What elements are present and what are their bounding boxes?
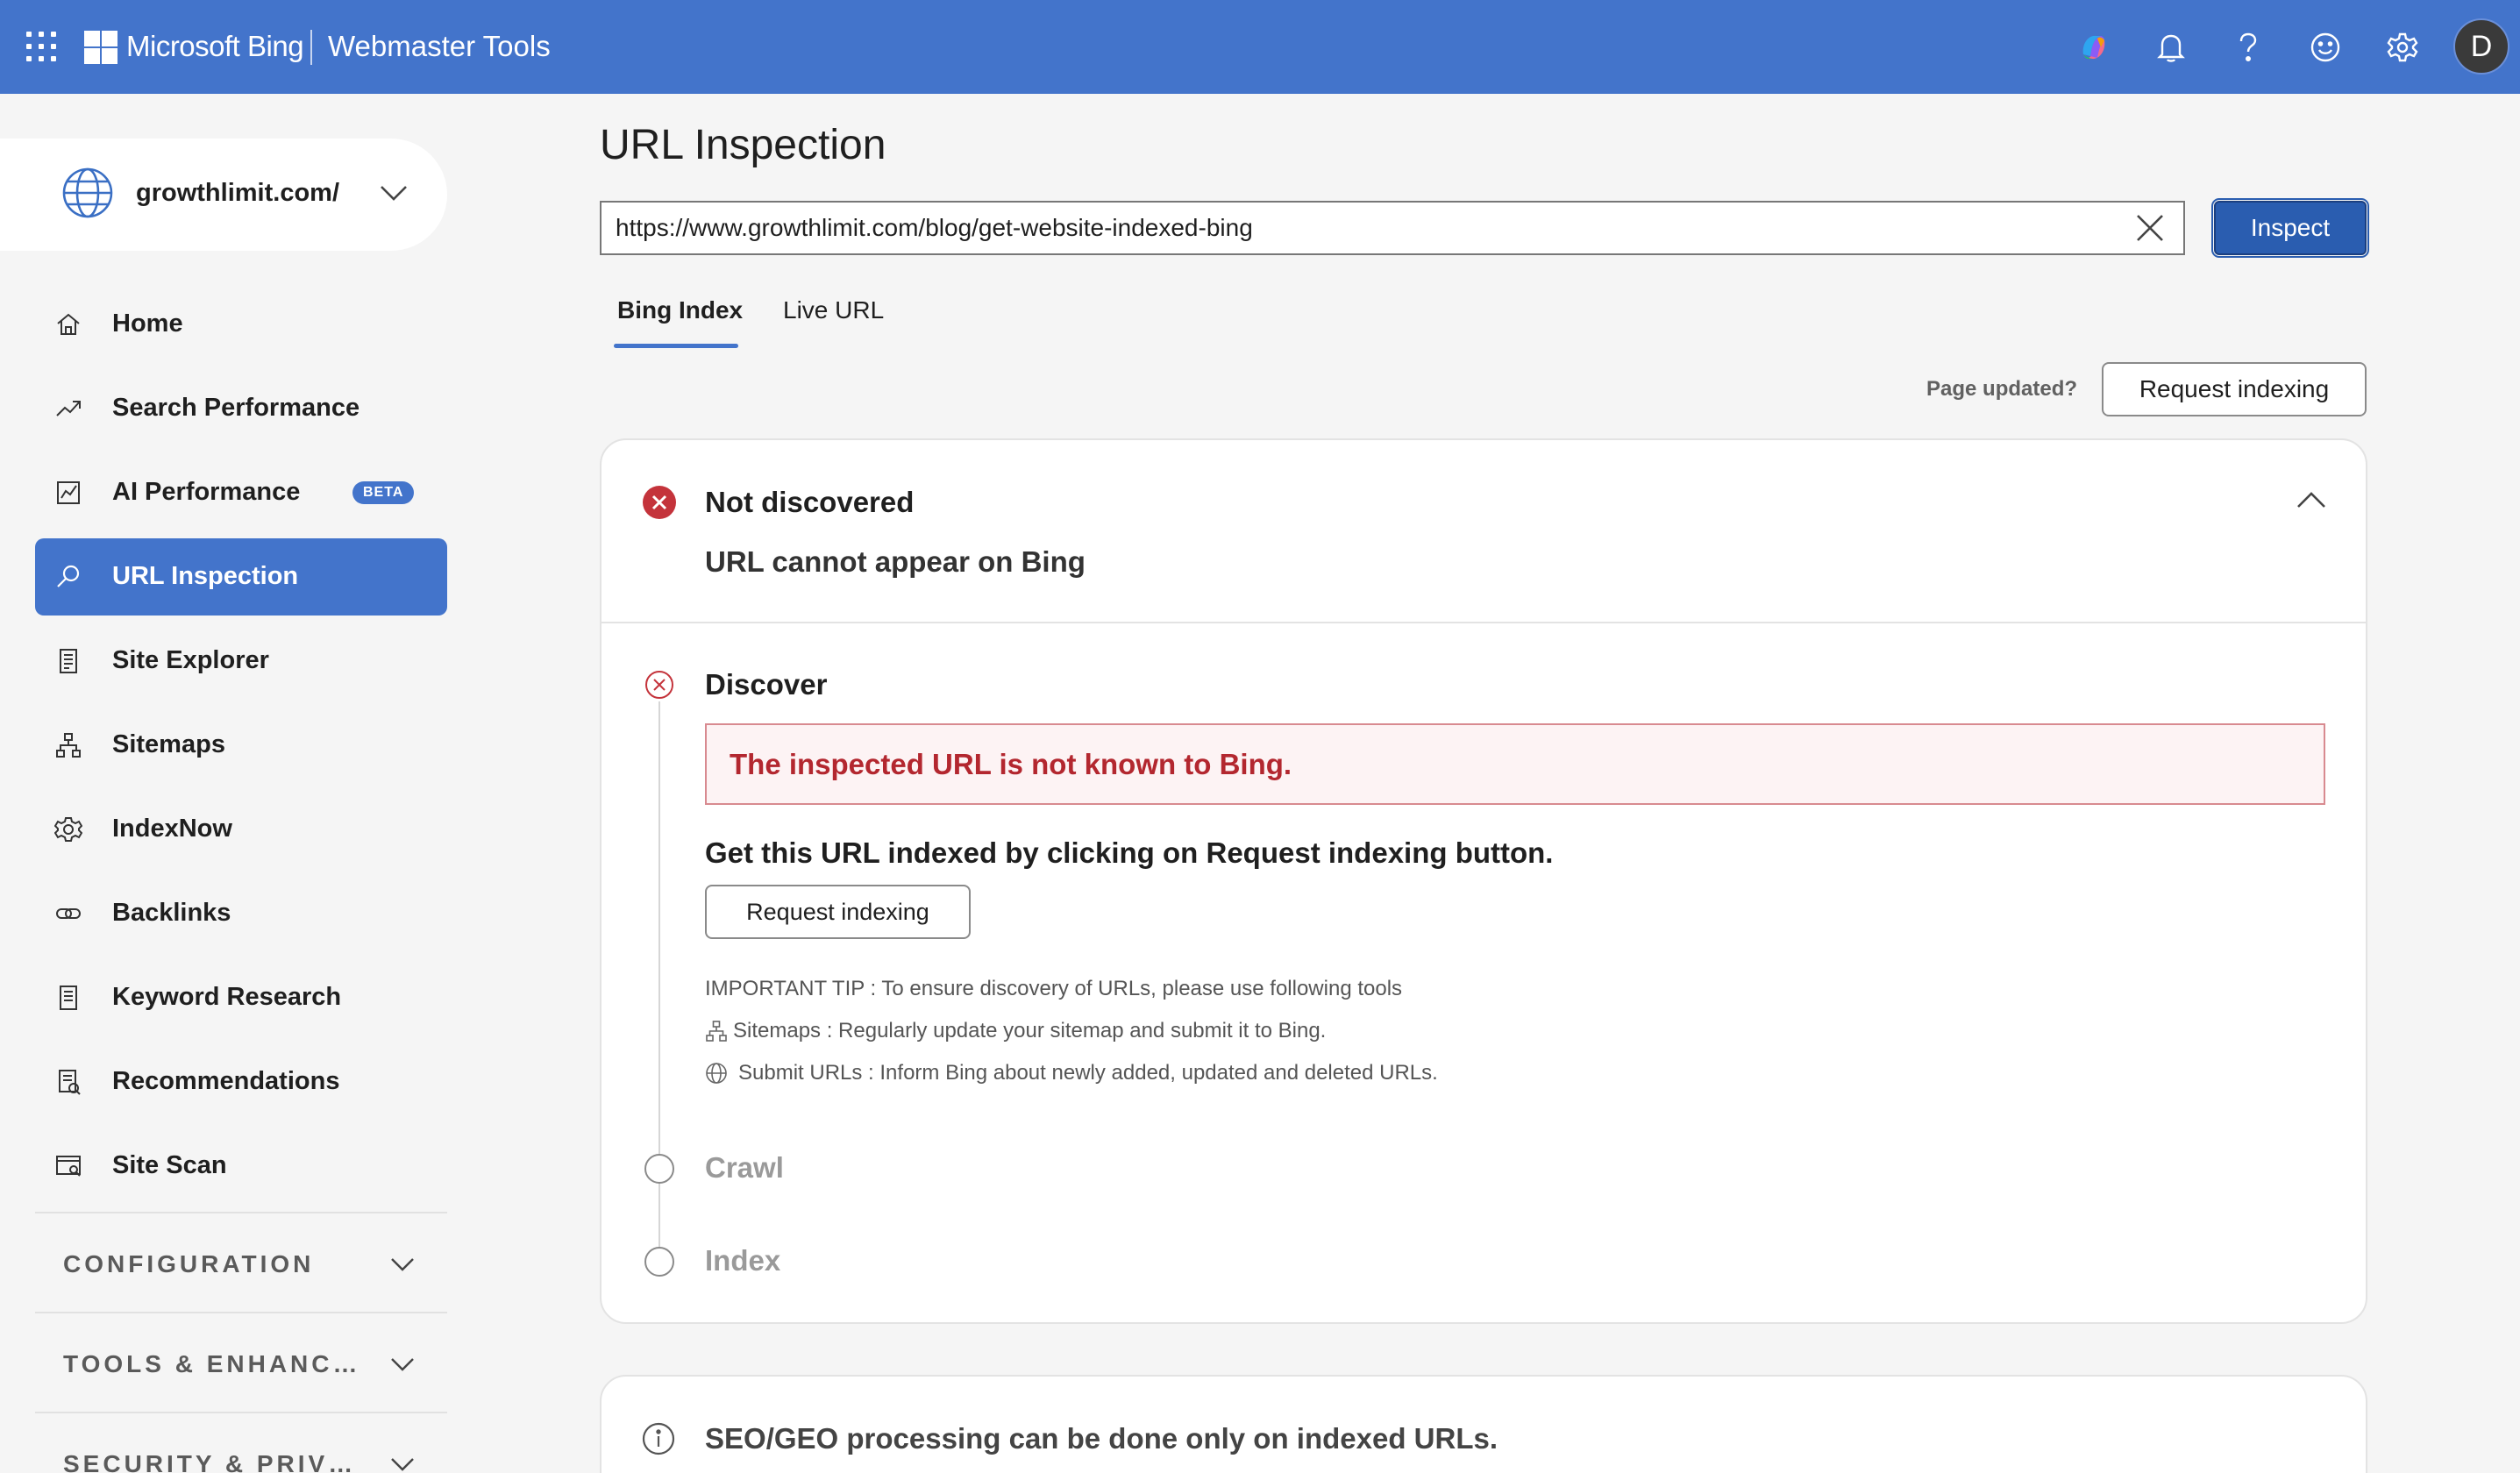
- microsoft-logo: [84, 31, 117, 64]
- sidebar-item-label: URL Inspection: [112, 562, 299, 590]
- chevron-up-icon[interactable]: [2296, 489, 2327, 510]
- beta-badge: BETA: [352, 481, 415, 504]
- sidebar-item-sitemaps[interactable]: Sitemaps: [35, 707, 447, 784]
- sitemap-icon: [706, 1021, 727, 1042]
- cog-icon: [54, 817, 82, 842]
- get-indexed-instruction: Get this URL indexed by clicking on Requ…: [705, 836, 1554, 869]
- error-message-box: The inspected URL is not known to Bing.: [705, 723, 2325, 805]
- home-icon: [57, 313, 80, 335]
- globe-icon: [706, 1063, 727, 1084]
- page-title: URL Inspection: [600, 122, 886, 168]
- step-discover: Discover: [705, 668, 828, 701]
- link-icon: [56, 908, 81, 919]
- error-icon: [643, 486, 676, 519]
- product-name[interactable]: Webmaster Tools: [328, 30, 551, 63]
- sidebar-divider: [35, 1312, 447, 1313]
- tip-submit-urls: Submit URLs : Inform Bing about newly ad…: [738, 1061, 1438, 1085]
- sidebar-item-label: Sitemaps: [112, 730, 225, 758]
- inspect-button[interactable]: Inspect: [2211, 198, 2369, 258]
- sidebar-item-label: Site Explorer: [112, 646, 269, 674]
- sidebar-item-ai-performance[interactable]: AI Performance BETA: [35, 454, 447, 531]
- sidebar-item-label: IndexNow: [112, 815, 232, 843]
- step-index: Index: [705, 1244, 781, 1277]
- brand-divider: [310, 30, 312, 65]
- bell-icon[interactable]: [2150, 26, 2192, 68]
- request-indexing-button[interactable]: Request indexing: [2102, 362, 2367, 416]
- request-indexing-inline-button[interactable]: Request indexing: [705, 885, 971, 939]
- sidebar-item-site-scan[interactable]: Site Scan: [35, 1128, 447, 1205]
- section-label: CONFIGURATION: [63, 1250, 315, 1277]
- gear-icon[interactable]: [2381, 26, 2424, 68]
- section-label: TOOLS & ENHANC…: [63, 1350, 361, 1377]
- sidebar-item-site-explorer[interactable]: Site Explorer: [35, 623, 447, 700]
- sidebar-divider: [35, 1412, 447, 1413]
- search-icon: [57, 565, 80, 587]
- sidebar-item-label: Site Scan: [112, 1151, 227, 1179]
- brand-name[interactable]: Microsoft Bing: [126, 30, 304, 63]
- globe-icon: [62, 167, 113, 218]
- status-subtitle: URL cannot appear on Bing: [705, 545, 1086, 578]
- sidebar-item-recommendations[interactable]: Recommendations: [35, 1043, 447, 1121]
- sidebar-item-label: Backlinks: [112, 899, 231, 927]
- sidebar-item-backlinks[interactable]: Backlinks: [35, 875, 447, 952]
- section-configuration[interactable]: CONFIGURATION: [35, 1229, 447, 1299]
- sidebar-divider: [35, 1212, 447, 1213]
- scan-icon: [56, 1156, 81, 1177]
- copilot-icon[interactable]: [2073, 26, 2115, 68]
- sidebar-item-label: AI Performance: [112, 478, 301, 506]
- chart-icon: [57, 481, 80, 504]
- site-name[interactable]: growthlimit.com/: [136, 179, 339, 208]
- page-updated-label: Page updated?: [1926, 377, 2078, 401]
- document-icon: [60, 649, 77, 673]
- sidebar-item-label: Keyword Research: [112, 983, 342, 1011]
- error-circle-icon: [645, 671, 673, 699]
- tab-live-url[interactable]: Live URL: [783, 296, 884, 324]
- chevron-down-icon: [391, 1358, 414, 1371]
- card-divider: [600, 622, 2367, 623]
- trend-icon: [56, 401, 81, 416]
- sidebar-item-indexnow[interactable]: IndexNow: [35, 791, 447, 868]
- status-title: Not discovered: [705, 486, 915, 518]
- error-message: The inspected URL is not known to Bing.: [730, 748, 1292, 780]
- seo-info-text: SEO/GEO processing can be done only on i…: [705, 1422, 1498, 1455]
- sidebar-item-search-performance[interactable]: Search Performance: [35, 370, 447, 447]
- url-input[interactable]: [600, 201, 2185, 255]
- sitemap-icon: [56, 733, 81, 758]
- waffle-icon[interactable]: [26, 32, 56, 61]
- tab-bing-index[interactable]: Bing Index: [617, 296, 743, 324]
- sidebar-item-keyword-research[interactable]: Keyword Research: [35, 959, 447, 1036]
- tip-sitemaps: Sitemaps : Regularly update your sitemap…: [733, 1019, 1327, 1042]
- sidebar-item-url-inspection[interactable]: URL Inspection: [35, 538, 447, 616]
- sidebar-item-home[interactable]: Home: [35, 286, 447, 363]
- section-tools-enhancements[interactable]: TOOLS & ENHANC…: [35, 1329, 447, 1399]
- section-label: SECURITY & PRIV…: [63, 1450, 357, 1473]
- sidebar-item-label: Recommendations: [112, 1067, 340, 1095]
- step-circle-icon: [644, 1154, 674, 1184]
- sidebar-item-label: Home: [112, 310, 183, 338]
- active-tab-indicator: [614, 344, 738, 348]
- chevron-down-icon: [391, 1458, 414, 1471]
- report-icon: [59, 1070, 81, 1095]
- help-icon[interactable]: [2227, 26, 2269, 68]
- top-bar: Microsoft Bing Webmaster Tools D: [0, 0, 2520, 94]
- section-security-privacy[interactable]: SECURITY & PRIV…: [35, 1429, 447, 1473]
- close-icon[interactable]: [2134, 212, 2166, 244]
- user-avatar[interactable]: D: [2453, 18, 2509, 75]
- step-crawl: Crawl: [705, 1151, 784, 1184]
- chevron-down-icon: [391, 1258, 414, 1271]
- tip-heading: IMPORTANT TIP : To ensure discovery of U…: [705, 977, 1403, 1000]
- chevron-down-icon[interactable]: [379, 182, 409, 203]
- info-icon: [642, 1422, 675, 1455]
- smiley-icon[interactable]: [2304, 26, 2346, 68]
- step-circle-icon: [644, 1247, 674, 1277]
- list-icon: [60, 986, 77, 1010]
- sidebar-item-label: Search Performance: [112, 394, 360, 422]
